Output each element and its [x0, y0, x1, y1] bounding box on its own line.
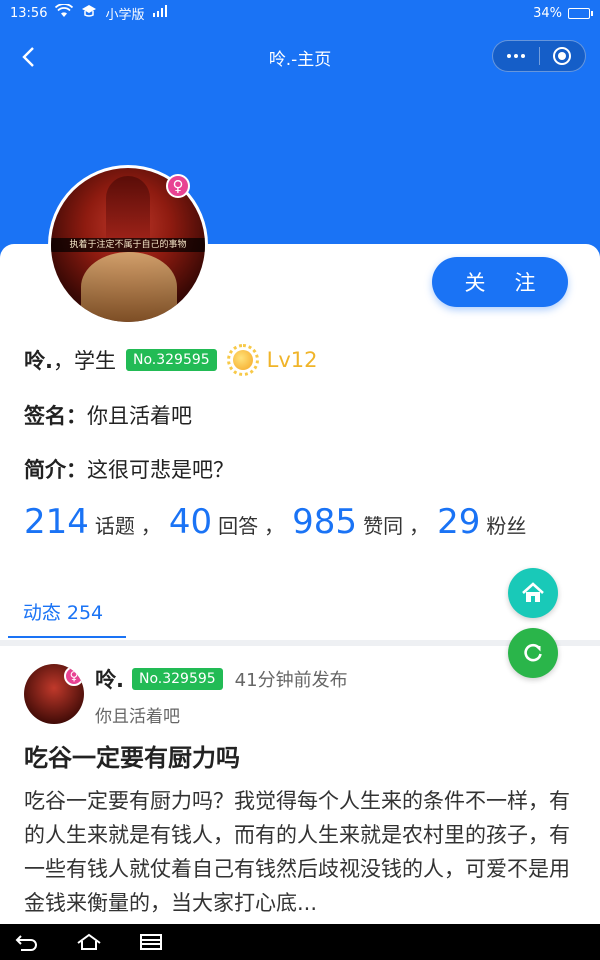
signature-row: 签名：你且活着吧: [24, 400, 192, 430]
battery-icon: [568, 7, 593, 19]
signature-text: 你且活着吧: [87, 404, 192, 428]
profile-name: 呤.: [24, 349, 53, 373]
signal-icon: [152, 5, 170, 21]
post-user-number-badge: No.329595: [131, 668, 223, 690]
more-icon: [506, 54, 525, 58]
user-number-badge: No.329595: [125, 349, 217, 371]
target-icon: [553, 47, 572, 65]
stats-separator: ，: [140, 514, 161, 538]
name-row: 呤. ，学生 No.329595 Lv12: [24, 343, 318, 377]
intro-label: 简介：: [24, 458, 87, 482]
intro-row: 简介：这很可悲是吧？: [24, 454, 234, 484]
status-bar: 13:56 小学版 34%: [0, 0, 600, 26]
home-button[interactable]: [508, 568, 558, 618]
post-body: 吃谷一定要有厨力吗？我觉得每个人生来的条件不一样，有的人生来就是有钱人，而有的人…: [24, 789, 570, 915]
topics-label: 话题: [94, 514, 135, 538]
fans-count[interactable]: 29: [437, 502, 480, 542]
post-author[interactable]: 呤.: [95, 664, 124, 694]
avatar-gown: [81, 252, 177, 322]
mini-program-capsule: [492, 40, 586, 72]
post-card[interactable]: ♀ 呤. No.329595 41分钟前发布 你且活着吧 吃谷一定要有厨力吗 吃…: [0, 646, 600, 924]
nav-bar: 呤.-主页: [0, 26, 600, 88]
fans-label: 粉丝: [486, 514, 527, 538]
post-author-signature: 你且活着吧: [95, 707, 180, 727]
follow-label-right: 注: [514, 271, 536, 295]
stats-separator: ，: [264, 514, 285, 538]
sun-level-icon: [226, 344, 259, 376]
status-app-name: 小学版: [105, 7, 145, 23]
avatar-figure: [106, 176, 150, 246]
signature-label: 签名：: [24, 404, 87, 428]
likes-label: 赞同: [363, 514, 404, 538]
post-title[interactable]: 吃谷一定要有厨力吗: [24, 738, 240, 773]
post-author-row: 呤. No.329595 41分钟前发布: [95, 664, 348, 694]
tab-activity-label: 动态 254: [22, 601, 104, 624]
back-icon[interactable]: [14, 42, 42, 72]
follow-label-left: 关: [464, 271, 486, 295]
system-nav-bar: [0, 924, 600, 960]
tab-activity[interactable]: 动态 254: [0, 584, 126, 638]
stats-separator: ，: [409, 514, 430, 538]
avatar-caption: 执着于注定不属于自己的事物: [51, 238, 205, 252]
close-button[interactable]: [540, 41, 586, 71]
refresh-icon: [524, 643, 542, 662]
post-time: 41分钟前发布: [234, 670, 348, 691]
post-avatar[interactable]: ♀: [24, 664, 84, 724]
answers-count[interactable]: 40: [169, 502, 212, 542]
nav-home-icon[interactable]: [76, 931, 102, 953]
wifi-icon: [55, 3, 74, 22]
tab-underline: [8, 636, 126, 638]
profile-role: ，学生: [52, 349, 116, 373]
answers-label: 回答: [218, 514, 259, 538]
follow-button[interactable]: 关 注: [432, 257, 568, 307]
intro-text: 这很可悲是吧？: [87, 458, 234, 482]
female-icon: ♀: [166, 174, 190, 198]
female-icon: ♀: [64, 666, 84, 686]
refresh-button[interactable]: [508, 628, 558, 678]
status-time: 13:56: [10, 5, 48, 21]
more-button[interactable]: [493, 41, 539, 71]
home-icon: [522, 582, 544, 602]
nav-back-icon[interactable]: [14, 931, 40, 953]
level-text: Lv12: [266, 348, 318, 372]
graduation-icon: [81, 4, 97, 22]
nav-recent-icon[interactable]: [138, 931, 164, 953]
topics-count[interactable]: 214: [24, 502, 89, 542]
stats-row: 214 话题 ， 40 回答 ， 985 赞同 ， 29 粉丝: [24, 502, 532, 542]
page-title: 呤.-主页: [268, 49, 332, 70]
likes-count[interactable]: 985: [292, 502, 357, 542]
battery-percent: 34%: [533, 5, 562, 21]
screen: 13:56 小学版 34% 呤.-主页 执着于注定不属于自己的事物 ♀ 关 注 …: [0, 0, 600, 960]
